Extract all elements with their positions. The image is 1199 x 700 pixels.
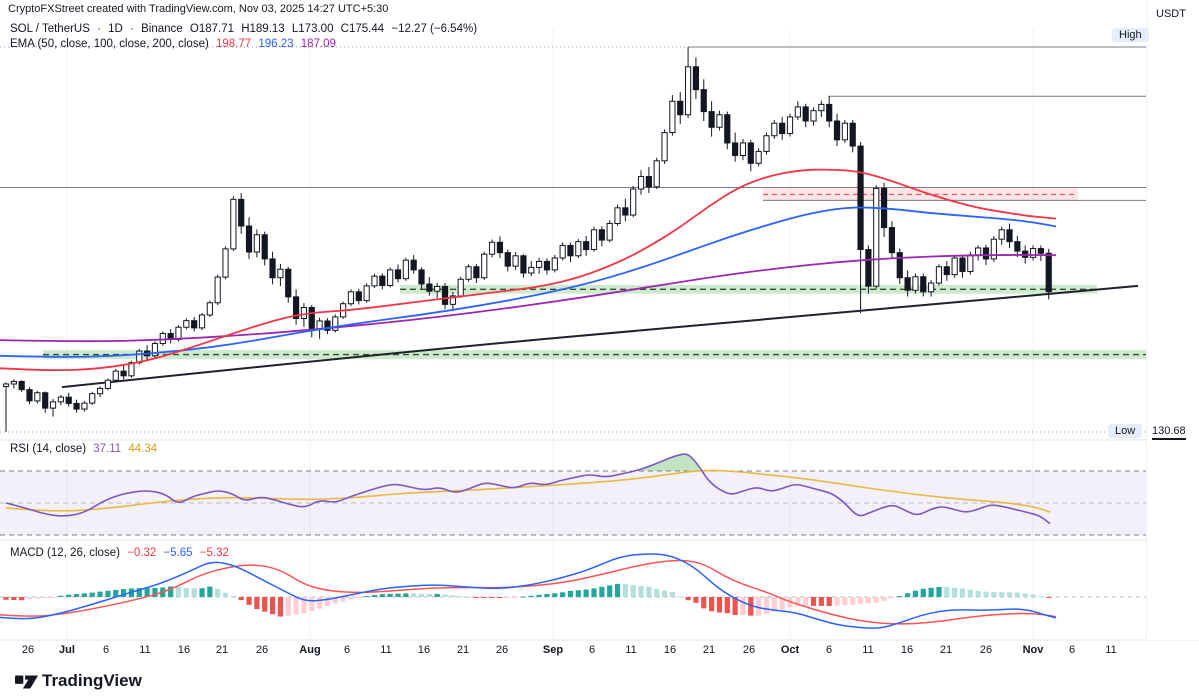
time-label: 16 (663, 644, 677, 656)
ema100-value: 196.23 (258, 38, 294, 50)
rsi-legend[interactable]: RSI (14, close) 37.11 44.34 (10, 443, 161, 455)
ema200-value: 187.09 (300, 38, 336, 50)
credit-line: CryptoFXStreet created with TradingView.… (8, 3, 389, 15)
currency-label: USDT (1156, 8, 1186, 20)
ohlc-close: C175.44 (340, 23, 385, 35)
macd-signal-line[interactable] (0, 559, 1057, 625)
separator: · (130, 23, 134, 35)
low-price-label: 130.68 (1152, 425, 1186, 440)
ema100-line[interactable] (0, 206, 1057, 358)
low-pill: Low (1108, 424, 1143, 438)
timeframe: 1D (108, 23, 123, 35)
time-label: 16 (900, 644, 914, 656)
time-label: 26 (255, 644, 269, 656)
ema-legend-label: EMA (50, close, 100, close, 200, close) (10, 38, 209, 50)
separator: · (97, 23, 101, 35)
time-label: Aug (299, 644, 321, 656)
ohlc-change: −12.27 (−6.54%) (391, 23, 478, 35)
tradingview-logo-icon[interactable] (15, 671, 39, 693)
symbol-legend[interactable]: SOL / TetherUS · 1D · Binance O187.71 H1… (10, 23, 481, 35)
price-scale[interactable]: 250.00240.00230.00220.00190.00180.00170.… (1147, 0, 1199, 640)
macd-legend[interactable]: MACD (12, 26, close) −0.32 −5.65 −5.32 (10, 547, 233, 559)
time-label: 6 (102, 644, 110, 656)
tradingview-wordmark[interactable]: TradingView (42, 671, 142, 691)
macd-legend-label: MACD (12, 26, close) (10, 547, 120, 559)
time-label: 26 (979, 644, 993, 656)
candles-layer (2, 47, 1052, 432)
time-scale[interactable]: 26 Jul 6 11 16 21 26 Aug 6 11 16 21 26 Sep 6 11 16 21 26 Oc… (0, 641, 1199, 659)
rsi-ma-value: 44.34 (128, 443, 158, 455)
macd-main-line[interactable] (0, 553, 1057, 629)
time-label: 26 (21, 644, 35, 656)
time-label: Nov (1022, 644, 1044, 656)
time-label: 21 (215, 644, 229, 656)
exchange: Binance (141, 23, 183, 35)
macd-hist-value: −0.32 (127, 547, 157, 559)
ema50-value: 198.77 (216, 38, 252, 50)
macd-histogram (3, 583, 1052, 617)
time-label: 11 (1105, 644, 1117, 656)
rsi-legend-label: RSI (14, close) (10, 443, 87, 455)
time-label: 21 (456, 644, 470, 656)
ohlc-high: H189.13 (241, 23, 285, 35)
time-label: 11 (625, 644, 637, 656)
time-label: 6 (343, 644, 351, 656)
time-label: Oct (780, 644, 800, 656)
time-label: 11 (139, 644, 151, 656)
time-label: 11 (380, 644, 392, 656)
time-label: 26 (742, 644, 756, 656)
rsi-value: 37.11 (93, 443, 122, 455)
symbol-title: SOL / TetherUS (10, 23, 90, 35)
ema-legend[interactable]: EMA (50, close, 100, close, 200, close) … (10, 38, 340, 50)
ohlc-low: L173.00 (291, 23, 334, 35)
time-label: 26 (495, 644, 509, 656)
time-label: 11 (862, 644, 874, 656)
time-label: 21 (702, 644, 716, 656)
macd-signal-value: −5.32 (199, 547, 229, 559)
time-label: 6 (588, 644, 596, 656)
time-label: Sep (542, 644, 564, 656)
time-label: 16 (177, 644, 191, 656)
price-level-lines[interactable] (0, 46, 1146, 433)
rsi-band (0, 470, 1146, 536)
time-label: 16 (417, 644, 431, 656)
chart-plot-area[interactable] (0, 0, 1199, 700)
ohlc-open: O187.71 (189, 23, 234, 35)
time-label: Jul (59, 644, 75, 656)
macd-line-value: −5.65 (163, 547, 193, 559)
time-label: 21 (939, 644, 953, 656)
tradingview-chart-window: { "header": {"credit": "CryptoFXStreet c… (0, 0, 1199, 700)
high-pill: High (1112, 28, 1149, 42)
footer: TradingView (0, 660, 1199, 700)
time-label: 6 (825, 644, 833, 656)
time-label: 6 (1068, 644, 1076, 656)
